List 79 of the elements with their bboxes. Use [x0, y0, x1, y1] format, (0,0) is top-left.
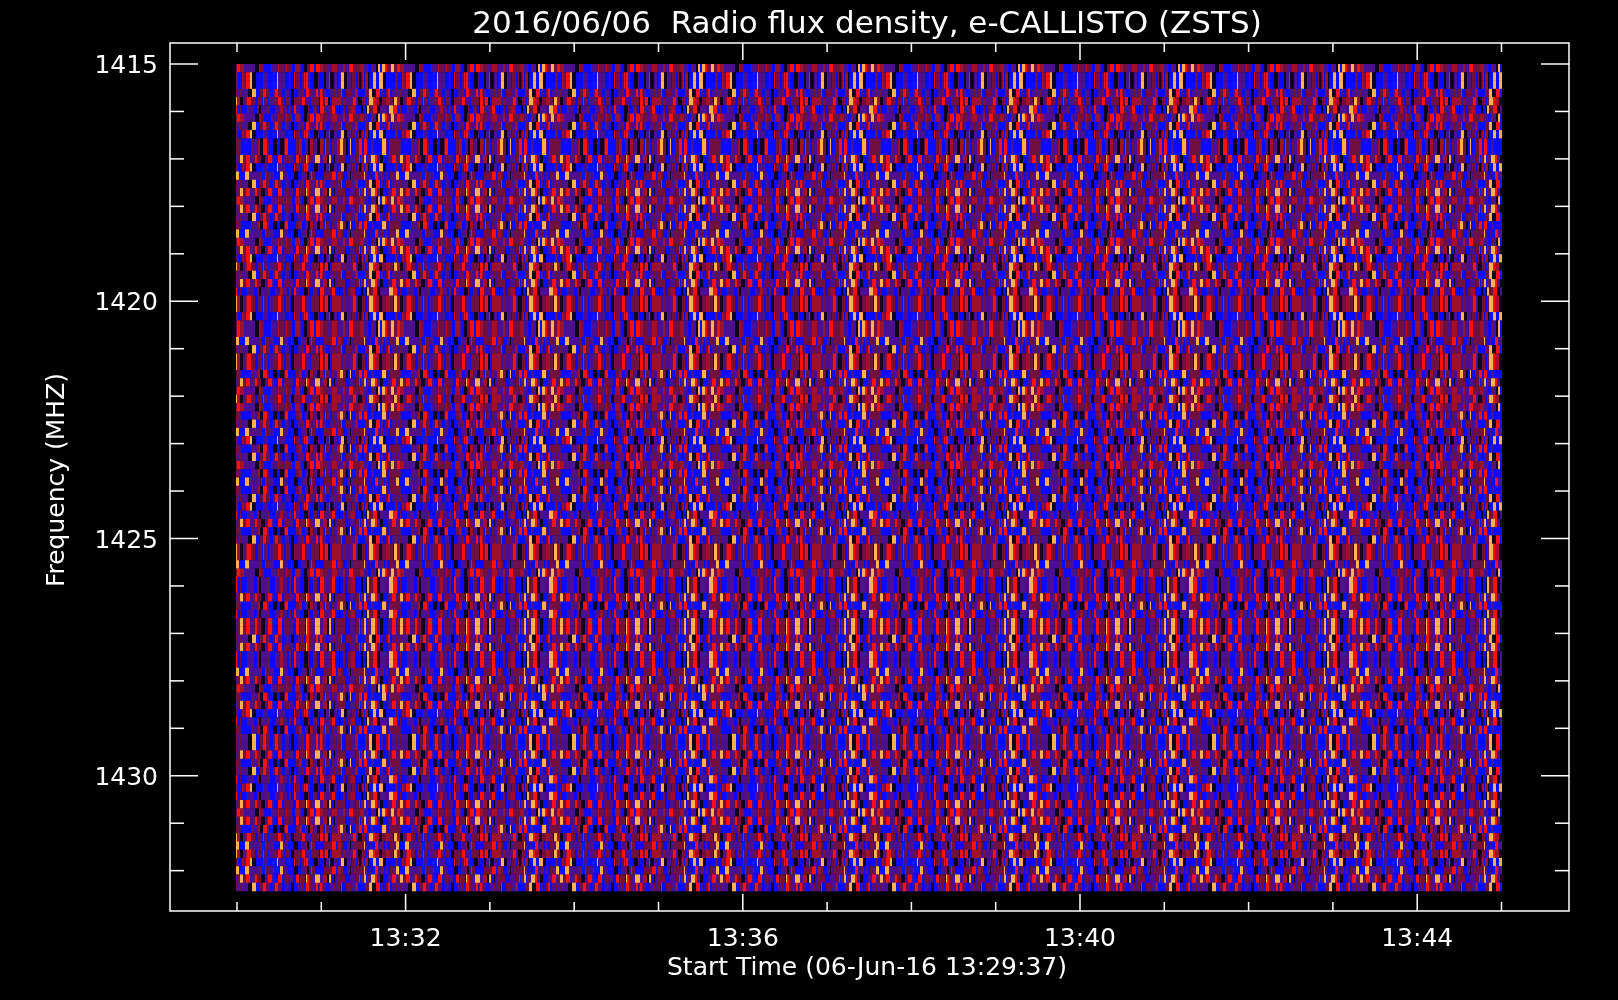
tick-mark: [169, 537, 199, 540]
y-tick-label: 1425: [94, 524, 158, 554]
x-axis-label: Start Time (06-Jun-16 13:29:37): [667, 952, 1067, 981]
tick-mark: [1540, 300, 1570, 302]
tick-mark: [1079, 893, 1081, 912]
tick-mark: [236, 42, 238, 53]
tick-mark: [169, 63, 199, 65]
tick-mark: [1554, 632, 1570, 635]
tick-mark: [1554, 869, 1570, 872]
tick-mark: [169, 727, 185, 730]
tick-mark: [320, 901, 323, 912]
tick-mark: [169, 680, 185, 682]
y-tick-label: 1420: [94, 287, 158, 317]
tick-mark: [1554, 585, 1570, 587]
x-tick-label: 13:32: [369, 923, 442, 952]
tick-mark: [169, 205, 185, 208]
tick-mark: [236, 901, 238, 912]
tick-mark: [1554, 490, 1570, 492]
tick-mark: [573, 42, 575, 53]
tick-mark: [1247, 42, 1250, 53]
tick-mark: [1332, 901, 1334, 912]
chart-title: 2016/06/06 Radio flux density, e-CALLISTO (ZSTS): [472, 4, 1262, 40]
tick-mark: [742, 42, 744, 61]
tick-mark: [994, 901, 997, 912]
tick-mark: [489, 42, 491, 53]
tick-mark: [994, 42, 997, 53]
tick-mark: [1554, 205, 1570, 208]
tick-mark: [404, 893, 407, 912]
tick-mark: [1247, 901, 1250, 912]
tick-mark: [169, 110, 185, 113]
tick-mark: [1554, 442, 1570, 445]
tick-mark: [404, 42, 407, 61]
tick-mark: [169, 775, 199, 777]
x-tick-label: 13:44: [1381, 923, 1454, 952]
tick-mark: [1554, 347, 1570, 350]
tick-mark: [169, 395, 185, 397]
y-tick-label: 1415: [94, 50, 158, 79]
tick-mark: [1416, 893, 1418, 912]
y-axis-label: Frequency (MHZ): [41, 372, 70, 588]
tick-mark: [910, 42, 913, 53]
tick-mark: [1079, 42, 1081, 61]
tick-mark: [169, 490, 185, 492]
tick-mark: [742, 893, 744, 912]
tick-mark: [169, 585, 185, 587]
tick-mark: [1163, 42, 1166, 53]
tick-mark: [657, 42, 660, 53]
tick-mark: [169, 632, 185, 635]
tick-mark: [1554, 680, 1570, 682]
tick-mark: [1540, 63, 1570, 65]
tick-mark: [1540, 537, 1570, 540]
tick-mark: [1500, 901, 1503, 912]
x-tick-label: 13:36: [706, 923, 779, 952]
tick-mark: [910, 901, 913, 912]
tick-mark: [489, 901, 491, 912]
tick-mark: [573, 901, 575, 912]
tick-mark: [657, 901, 660, 912]
tick-mark: [1554, 253, 1570, 255]
tick-mark: [169, 442, 185, 445]
tick-mark: [169, 869, 185, 872]
tick-mark: [1554, 158, 1570, 160]
tick-mark: [826, 901, 828, 912]
tick-mark: [169, 347, 185, 350]
tick-mark: [1332, 42, 1334, 53]
tick-mark: [1554, 822, 1570, 824]
tick-mark: [826, 42, 828, 53]
tick-mark: [169, 253, 185, 255]
tick-mark: [169, 158, 185, 160]
tick-mark: [169, 822, 185, 824]
x-tick-label: 13:40: [1044, 923, 1116, 952]
tick-mark: [1554, 395, 1570, 397]
tick-mark: [1163, 901, 1166, 912]
tick-mark: [1416, 42, 1418, 61]
tick-mark: [320, 42, 323, 53]
tick-mark: [1500, 42, 1503, 53]
tick-mark: [1554, 727, 1570, 730]
y-tick-label: 1430: [94, 761, 158, 791]
tick-mark: [1540, 775, 1570, 777]
tick-mark: [1554, 110, 1570, 113]
tick-mark: [169, 300, 199, 302]
